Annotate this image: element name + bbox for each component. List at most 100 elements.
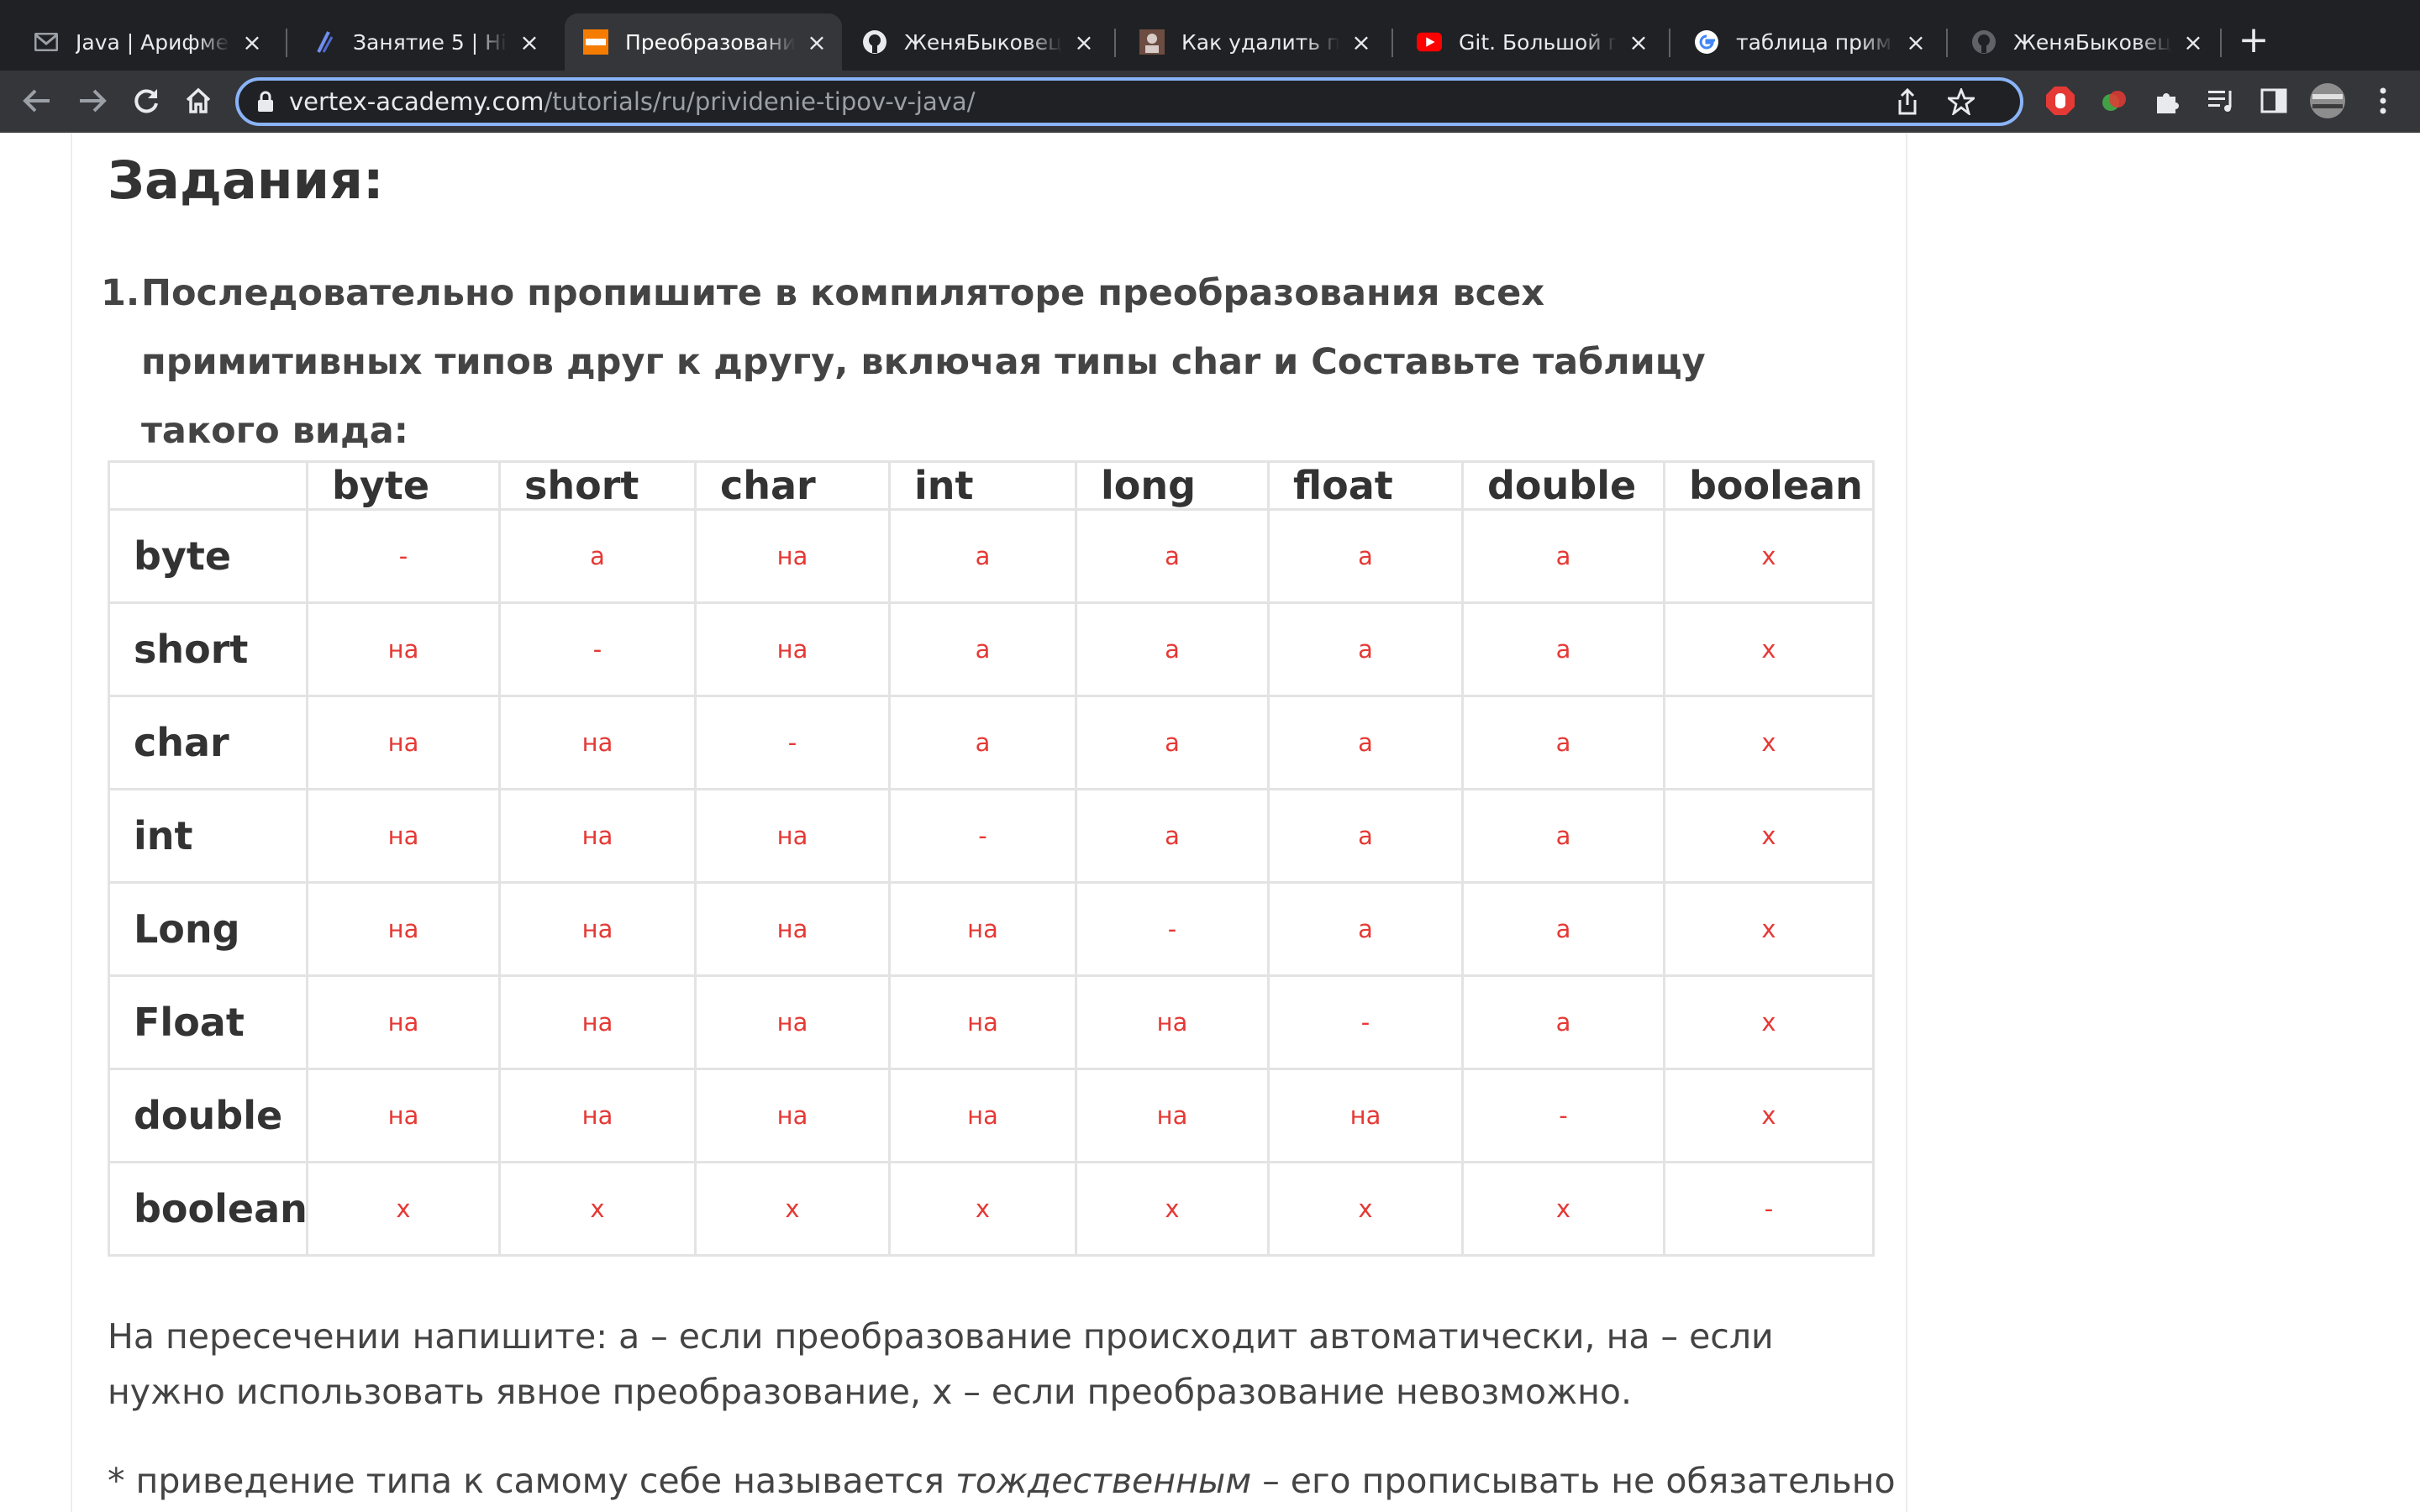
url-host: vertex-academy.com (289, 87, 544, 116)
table-cell: на (306, 601, 501, 697)
close-tab-icon[interactable]: × (240, 29, 264, 56)
profile-avatar[interactable] (2309, 82, 2346, 119)
table-cell: х (1075, 1161, 1270, 1257)
row-header: double (108, 1068, 308, 1163)
table-cell: а (498, 508, 697, 604)
column-header: int (888, 460, 1077, 511)
table-cell: х (1663, 695, 1875, 790)
table-cell: а (888, 601, 1077, 697)
browser-tab[interactable]: Java | Арифметич × (15, 13, 277, 71)
close-tab-icon[interactable]: × (805, 29, 829, 56)
table-cell: - (888, 788, 1077, 884)
browser-tab[interactable]: Занятие 5 | Hillel × (292, 13, 555, 71)
new-tab-button[interactable]: + (2235, 22, 2272, 60)
browser-tab[interactable]: таблица примити × (1676, 13, 1941, 71)
footnote-end: – его прописывать не обязательно (1251, 1461, 1896, 1501)
reload-button[interactable] (128, 82, 165, 119)
footnote: * приведение типа к самому себе называет… (108, 1453, 1896, 1509)
task-item: 1. Последовательно пропишите в компилято… (101, 259, 1832, 465)
table-cell: х (1663, 508, 1875, 604)
tab-separator (2220, 29, 2222, 57)
table-cell: на (694, 881, 891, 977)
close-tab-icon[interactable]: × (1072, 29, 1096, 56)
bookmark-star-icon[interactable] (1944, 88, 1978, 115)
lock-icon[interactable] (257, 91, 274, 113)
table-cell: на (306, 788, 501, 884)
table-cell: а (1267, 788, 1464, 884)
url-text[interactable]: vertex-academy.com/tutorials/ru/prividеn… (289, 87, 975, 116)
close-tab-icon[interactable]: × (1904, 29, 1928, 56)
table-cell: на (498, 788, 697, 884)
table-cell: а (888, 508, 1077, 604)
table-cell: а (1267, 881, 1464, 977)
row-header: byte (108, 508, 308, 604)
table-cell: х (1663, 601, 1875, 697)
browser-tab[interactable]: Как удалить папк × (1121, 13, 1386, 71)
table-cell: х (888, 1161, 1077, 1257)
browser-tab[interactable]: Git. Большой пра × (1398, 13, 1664, 71)
tab-separator (286, 29, 287, 57)
close-tab-icon[interactable]: × (1349, 29, 1373, 56)
browser-tab-active[interactable]: Преобразование × (565, 13, 842, 71)
media-controls-icon[interactable] (2203, 82, 2240, 119)
extensions-puzzle-icon[interactable] (2149, 82, 2186, 119)
table-cell: на (498, 881, 697, 977)
table-cell: на (888, 974, 1077, 1070)
hillel-icon (311, 29, 336, 55)
table-cell: на (498, 1068, 697, 1163)
table-cell: а (1267, 695, 1464, 790)
table-cell: а (1075, 695, 1270, 790)
github-icon (1971, 29, 1996, 55)
table-cell: а (1075, 601, 1270, 697)
web-page: Задания: 1. Последовательно пропишите в … (0, 133, 2420, 1512)
table-cell: а (1075, 788, 1270, 884)
close-tab-icon[interactable]: × (518, 29, 541, 56)
adblock-extension-icon[interactable] (2042, 82, 2079, 119)
github-icon (862, 29, 887, 55)
youtube-icon (1417, 29, 1442, 55)
table-cell: а (888, 695, 1077, 790)
type-conversion-table: byte short char int long float double boolean b… (108, 460, 1875, 1257)
close-tab-icon[interactable]: × (2181, 29, 2205, 56)
table-cell: х (1663, 1068, 1875, 1163)
table-row: byte - а на а а а а х (108, 508, 1875, 604)
table-cell: - (1663, 1161, 1875, 1257)
table-row: Long на на на на - а а х (108, 881, 1875, 977)
google-icon (1694, 29, 1719, 55)
table-cell: х (694, 1161, 891, 1257)
row-header: int (108, 788, 308, 884)
table-cell: на (694, 788, 891, 884)
table-cell: на (694, 508, 891, 604)
colorful-extension-icon[interactable] (2096, 82, 2133, 119)
side-panel-icon[interactable] (2255, 82, 2292, 119)
address-bar[interactable]: vertex-academy.com/tutorials/ru/prividеn… (235, 77, 2023, 126)
tab-title: Как удалить папк (1181, 29, 1339, 55)
table-cell: а (1461, 601, 1665, 697)
share-icon[interactable] (1891, 88, 1924, 115)
url-path: /tutorials/ru/prividеnie-tipov-v-java/ (544, 87, 976, 116)
table-cell: - (694, 695, 891, 790)
browser-tab[interactable]: ЖеняБыковец/ко × (844, 13, 1109, 71)
table-cell: на (1267, 1068, 1464, 1163)
close-tab-icon[interactable]: × (1627, 29, 1650, 56)
table-cell: а (1461, 974, 1665, 1070)
gmail-icon (34, 29, 59, 55)
back-button[interactable] (18, 82, 55, 119)
tab-separator (1946, 29, 1948, 57)
home-button[interactable] (180, 82, 217, 119)
table-cell: а (1461, 508, 1665, 604)
tab-separator (1669, 29, 1670, 57)
forward-button[interactable] (74, 82, 111, 119)
chrome-menu-icon[interactable] (2365, 82, 2402, 119)
table-row: double на на на на на на - х (108, 1068, 1875, 1163)
table-cell: на (306, 881, 501, 977)
table-cell: х (498, 1161, 697, 1257)
footnote-emphasis: тождественным (955, 1461, 1252, 1501)
tab-title: ЖеняБыковец/ко (904, 29, 1062, 55)
address-bar-actions (1891, 81, 1978, 123)
task-text: Последовательно пропишите в компиляторе … (141, 272, 1706, 452)
table-cell: - (306, 508, 501, 604)
table-cell: на (888, 881, 1077, 977)
tab-title: ЖеняБыковец/ко (2013, 29, 2171, 55)
browser-tab[interactable]: ЖеняБыковец/ко × (1953, 13, 2218, 71)
